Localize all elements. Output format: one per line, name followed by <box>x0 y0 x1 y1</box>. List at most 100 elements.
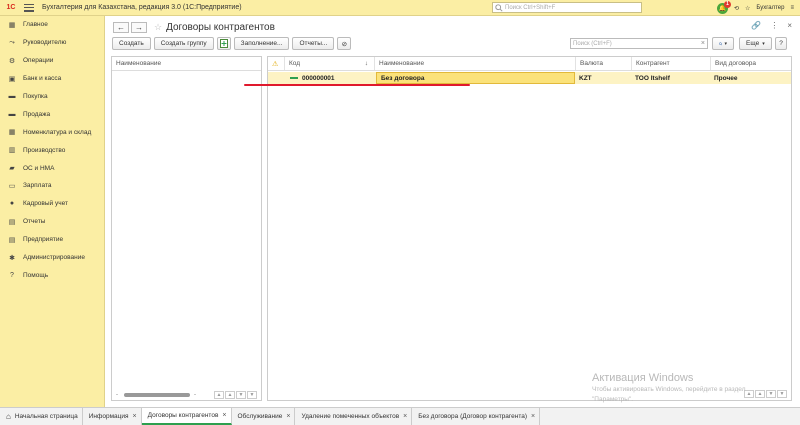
tab-maintenance[interactable]: Обслуживание × <box>232 408 296 425</box>
production-icon: ▥ <box>8 147 16 155</box>
sidebar-item-management[interactable]: ⤳ Руководителю <box>0 34 104 52</box>
cell-code[interactable]: 000000001 <box>286 72 374 84</box>
more-options-icon[interactable]: ⋮ <box>770 21 778 30</box>
up-icon[interactable]: ▲ <box>755 390 765 398</box>
down-icon[interactable]: ▼ <box>236 391 246 399</box>
cell-currency[interactable]: KZT <box>575 72 631 84</box>
chevron-down-icon: ▾ <box>762 40 765 47</box>
up-icon[interactable]: ▲ <box>225 391 235 399</box>
cell-counterparty[interactable]: ТОО Itshelf <box>631 72 710 84</box>
last-icon[interactable]: ▼ <box>777 390 787 398</box>
column-header-code[interactable]: Код ↓ <box>284 57 374 70</box>
help-button[interactable]: ? <box>775 37 787 50</box>
sidebar-item-salary[interactable]: ▭ Зарплата <box>0 177 104 195</box>
sidebar-item-reports[interactable]: ▤ Отчеты <box>0 213 104 231</box>
close-tab-icon[interactable]: × <box>403 413 407 420</box>
close-icon[interactable]: × <box>787 21 792 30</box>
first-icon[interactable]: ▲ <box>214 391 224 399</box>
app-logo: 1С <box>6 4 16 11</box>
cell-name[interactable]: Без договора <box>376 72 575 84</box>
close-tab-icon[interactable]: × <box>531 413 535 420</box>
notifications-icon[interactable]: 🔔 1 <box>717 0 731 14</box>
contracts-table[interactable]: ⚠ Код ↓ Наименование Валюта Контрагент Ви… <box>267 56 792 401</box>
groups-panel[interactable]: Наименование - - ▲ ▲ ▼ ▼ <box>111 56 262 401</box>
sidebar-item-admin[interactable]: ✱ Администрирование <box>0 249 104 267</box>
sidebar-item-bank[interactable]: ▣ Банк и касса <box>0 70 104 88</box>
history-icon[interactable]: ⟲ <box>734 5 739 12</box>
fill-button[interactable]: Заполнение... <box>233 37 290 50</box>
clear-search-icon[interactable]: × <box>701 40 705 47</box>
sidebar-item-main[interactable]: ▦ Главное <box>0 16 104 34</box>
add-document-icon[interactable] <box>216 37 231 50</box>
column-header-kind[interactable]: Вид договора <box>710 57 793 70</box>
tab-home[interactable]: ⌂ Начальная страница <box>0 408 83 425</box>
title-bar: 1С Бухгалтерия для Казахстана, редакция … <box>0 0 800 16</box>
tab-delete-marked[interactable]: Удаление помеченных объектов × <box>295 408 413 425</box>
settings-icon[interactable]: ≡ <box>790 5 794 11</box>
reports-button[interactable]: Отчеты... <box>292 37 335 50</box>
notifications-badge: 1 <box>724 0 731 8</box>
search-icon <box>495 3 503 12</box>
menu-icon[interactable] <box>24 3 34 12</box>
sidebar-item-assets[interactable]: ▰ ОС и НМА <box>0 159 104 177</box>
tab-info[interactable]: Информация × <box>83 408 142 425</box>
sidebar-item-label: Покупка <box>23 93 48 100</box>
chevron-down-icon: ▾ <box>724 40 727 47</box>
favorites-icon[interactable]: ☆ <box>745 5 750 12</box>
groups-column-header[interactable]: Наименование <box>112 57 261 71</box>
tab-contract-form[interactable]: Без договора (Договор контрагента) × <box>412 408 541 425</box>
back-button[interactable]: ← <box>113 21 129 33</box>
hr-icon: ● <box>9 200 15 208</box>
scroll-right-icon[interactable]: - <box>194 392 196 398</box>
horizontal-scrollbar[interactable]: - - ▲ ▲ ▼ ▼ <box>112 390 261 400</box>
forward-button[interactable]: → <box>131 21 147 33</box>
sidebar-item-label: Отчеты <box>23 218 46 226</box>
sidebar-item-label: Операции <box>23 57 54 65</box>
tab-contracts[interactable]: Договоры контрагентов × <box>141 408 232 425</box>
create-group-button[interactable]: Создать группу <box>153 37 214 50</box>
more-button[interactable]: Еще ▾ <box>739 37 772 50</box>
table-row[interactable]: 000000001 Без договора KZT ТОО Itshelf П… <box>268 72 791 84</box>
close-tab-icon[interactable]: × <box>133 413 137 420</box>
close-tab-icon[interactable]: × <box>286 413 290 420</box>
sidebar-item-label: Кадровый учет <box>23 200 68 208</box>
search-button[interactable]: ▾ <box>712 37 734 50</box>
last-icon[interactable]: ▼ <box>247 391 257 399</box>
operations-icon: ⚙ <box>8 57 16 65</box>
column-header-counterparty[interactable]: Контрагент <box>631 57 710 70</box>
bank-icon: ▣ <box>8 75 16 83</box>
favorite-star-icon[interactable]: ☆ <box>154 22 162 33</box>
windows-activation-watermark: Активация Windows Чтобы активировать Win… <box>592 372 746 403</box>
sidebar-item-enterprise[interactable]: ▤ Предприятие <box>0 231 104 249</box>
user-name[interactable]: Бухгалтер <box>756 5 784 11</box>
create-button[interactable]: Создать <box>112 37 151 50</box>
sidebar-item-hr[interactable]: ● Кадровый учет <box>0 195 104 213</box>
list-search-input[interactable]: Поиск (Ctrl+F) × <box>570 38 708 49</box>
sort-down-icon: ↓ <box>364 60 368 67</box>
down-icon[interactable]: ▼ <box>766 390 776 398</box>
close-tab-icon[interactable]: × <box>222 412 226 419</box>
link-icon[interactable]: 🔗 <box>751 21 761 30</box>
scroll-left-icon[interactable]: - <box>116 392 118 398</box>
sidebar-item-production[interactable]: ▥ Производство <box>0 141 104 159</box>
scrollbar-thumb[interactable] <box>124 393 190 397</box>
global-search-input[interactable]: Поиск Ctrl+Shift+F <box>492 2 642 13</box>
assets-icon: ▰ <box>9 165 15 173</box>
reports-icon: ▤ <box>8 218 16 226</box>
sidebar-item-warehouse[interactable]: ▦ Номенклатура и склад <box>0 123 104 141</box>
attach-icon[interactable]: ⊘ <box>337 37 352 50</box>
chart-icon: ⤳ <box>9 38 15 46</box>
sidebar-item-purchase[interactable]: ▬ Покупка <box>0 88 104 106</box>
sidebar-item-operations[interactable]: ⚙ Операции <box>0 52 104 70</box>
column-header-name[interactable]: Наименование <box>374 57 575 70</box>
grid-icon: ▦ <box>8 21 16 29</box>
sidebar-item-label: Продажа <box>23 110 51 118</box>
salary-icon: ▭ <box>8 182 16 190</box>
sidebar-item-label: Помощь <box>23 271 49 279</box>
sidebar-item-sales[interactable]: ▬ Продажа <box>0 105 104 123</box>
cell-kind[interactable]: Прочее <box>710 72 793 84</box>
sidebar-item-help[interactable]: ? Помощь <box>0 266 104 284</box>
sidebar: ▦ Главное ⤳ Руководителю ⚙ Операции ▣ Банк и… <box>0 16 105 407</box>
help-icon: ? <box>10 271 14 279</box>
column-header-currency[interactable]: Валюта <box>575 57 631 70</box>
